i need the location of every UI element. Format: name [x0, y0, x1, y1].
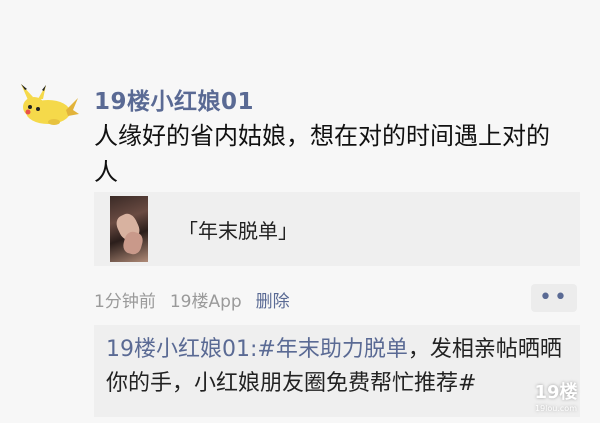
watermark-logo: 19楼 19lou.com [534, 382, 578, 413]
share-thumbnail [110, 196, 148, 262]
pikachu-icon [21, 84, 79, 125]
comment-tag[interactable]: #年末助力脱单 [257, 337, 407, 362]
comment-text: 19楼小红娘01:#年末助力脱单，发相亲帖晒晒你的手，小红娘朋友圈免费帮忙推荐# [106, 333, 566, 401]
post-text: 人缘好的省内姑娘，想在对的时间遇上对的人 [94, 122, 550, 186]
post-source: 19楼App [169, 292, 242, 312]
post-time: 1分钟前 [94, 292, 156, 312]
post-meta: 1分钟前 19楼App 删除 [94, 287, 290, 312]
comment-box: 19楼小红娘01:#年末助力脱单，发相亲帖晒晒你的手，小红娘朋友圈免费帮忙推荐# [94, 325, 580, 417]
more-dots-icon: •• [539, 285, 569, 310]
post-username[interactable]: 19楼小红娘01 [94, 82, 254, 116]
comment-author[interactable]: 19楼小红娘01: [106, 337, 257, 362]
avatar-pikachu[interactable] [18, 80, 80, 128]
delete-button[interactable]: 删除 [256, 287, 290, 312]
more-options-button[interactable]: •• [531, 284, 577, 312]
share-card-title: 「年末脱单」 [178, 218, 298, 243]
share-card[interactable]: 「年末脱单」 [94, 192, 580, 266]
